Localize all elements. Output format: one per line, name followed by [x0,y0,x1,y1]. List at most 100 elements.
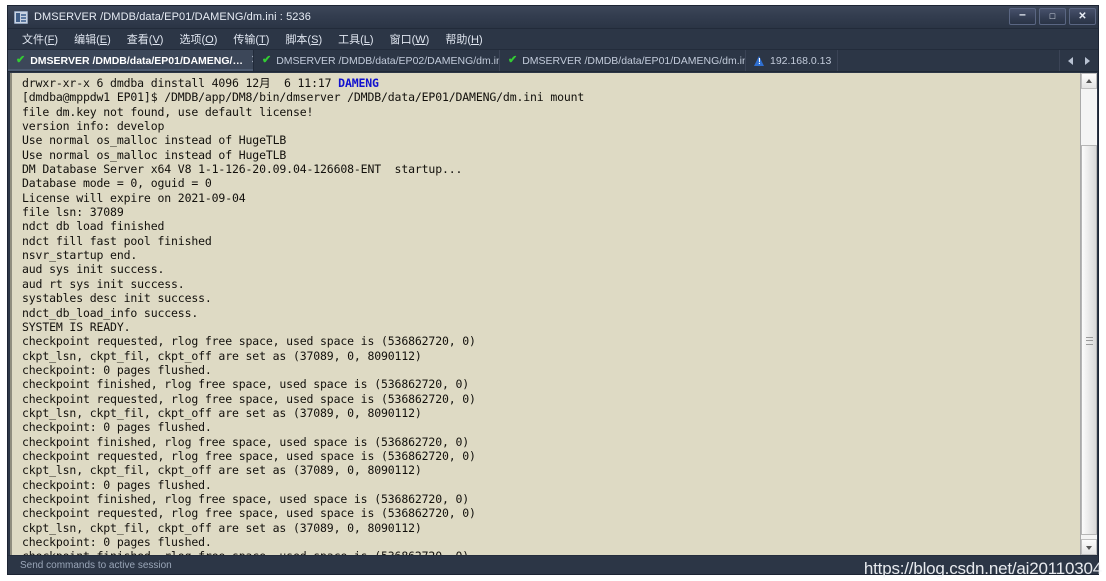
terminal-text: file dm.key not found, use default licen… [22,104,314,119]
terminal-line: Database mode = 0, oguid = 0 [22,176,1080,190]
terminal-line: checkpoint requested, rlog free space, u… [22,334,1080,348]
menu-item-label: 帮助( [445,34,471,46]
terminal-text: Use normal os_malloc instead of HugeTLB [22,147,287,162]
minimize-button[interactable]: – [1009,7,1036,25]
menu-item-tail: ) [265,34,270,46]
menu-item-tail: ) [478,34,483,46]
close-button[interactable]: ✕ [1069,8,1096,25]
menu-item-2[interactable]: 查看(V) [127,31,164,47]
menu-item-label: 查看( [126,34,153,46]
terminal-text: ndct fill fast pool finished [22,233,212,248]
terminal-text: checkpoint requested, rlog free space, u… [22,506,476,521]
terminal-line: ckpt_lsn, ckpt_fil, ckpt_off are set as … [22,463,1080,477]
minimize-icon: – [1019,7,1026,21]
terminal-window-icon [14,10,28,24]
terminal-output[interactable]: drwxr-xr-x 6 dmdba dinstall 4096 12月 6 1… [10,73,1080,555]
menu-item-4[interactable]: 传输(T) [233,31,269,47]
terminal-text: Use normal os_malloc instead of HugeTLB [22,133,287,148]
menu-item-8[interactable]: 帮助(H) [445,31,482,47]
terminal-text: aud rt sys init success. [22,276,185,291]
terminal-line: ndct db load finished [22,219,1080,233]
terminal-scrollbar[interactable] [1080,73,1097,555]
terminal-text: [dmdba@mppdw1 EP01]$ /DMDB/app/DM8/bin/d… [22,90,585,105]
terminal-text: checkpoint finished, rlog free space, us… [22,491,470,506]
title-bar: DMSERVER /DMDB/data/EP01/DAMENG/dm.ini :… [8,6,1098,29]
menu-item-tail: ) [159,34,164,46]
menu-item-mnemonic: W [415,34,426,46]
menu-item-6[interactable]: 工具(L) [338,31,373,47]
menu-item-label: 选项( [179,34,206,46]
terminal-line: checkpoint requested, rlog free space, u… [22,449,1080,463]
terminal-text: ckpt_lsn, ckpt_fil, ckpt_off are set as … [22,463,422,478]
terminal-text: aud sys init success. [22,262,165,277]
terminal-text: checkpoint: 0 pages flushed. [22,362,212,377]
terminal-line: checkpoint: 0 pages flushed. [22,363,1080,377]
menu-item-mnemonic: T [259,34,266,46]
terminal-text: checkpoint: 0 pages flushed. [22,420,212,435]
terminal-area: drwxr-xr-x 6 dmdba dinstall 4096 12月 6 1… [8,72,1098,555]
tab-label: 192.168.0.13 [770,54,832,67]
terminal-text: License will expire on 2021-09-04 [22,190,246,205]
menu-item-tail: ) [318,34,323,46]
terminal-text: SYSTEM IS READY. [22,319,131,334]
menu-item-3[interactable]: 选项(O) [179,31,217,47]
terminal-line: ckpt_lsn, ckpt_fil, ckpt_off are set as … [22,406,1080,420]
green-check-icon: ✔ [508,54,518,66]
terminal-text: checkpoint requested, rlog free space, u… [22,334,476,349]
terminal-text: DM Database Server x64 V8 1-1-126-20.09.… [22,162,463,177]
terminal-text: checkpoint requested, rlog free space, u… [22,448,476,463]
terminal-text: Database mode = 0, oguid = 0 [22,176,212,191]
menu-item-mnemonic: V [152,34,160,46]
menu-item-label: 编辑( [74,34,100,46]
application-window: DMSERVER /DMDB/data/EP01/DAMENG/dm.ini :… [8,6,1098,574]
tab-2[interactable]: ✔ DMSERVER /DMDB/data/EP01/DAMENG/dm.ini … [500,50,746,71]
terminal-line: aud sys init success. [22,262,1080,276]
terminal-lines: drwxr-xr-x 6 dmdba dinstall 4096 12月 6 1… [22,76,1080,555]
maximize-button[interactable]: □ [1039,8,1066,25]
menu-item-label: 脚本( [285,34,312,46]
tab-bar: ✔DMSERVER /DMDB/data/EP01/DAMENG/…✕✔DMSE… [8,50,1098,72]
watermark: https://blog.csdn.net/ai20110304 [863,559,1102,578]
terminal-line: version info: develop [22,119,1080,133]
terminal-line: [dmdba@mppdw1 EP01]$ /DMDB/app/DM8/bin/d… [22,90,1080,104]
close-icon: ✕ [1078,11,1087,22]
chevron-left-icon[interactable] [1068,56,1073,65]
terminal-line: checkpoint: 0 pages flushed. [22,478,1080,492]
chevron-right-icon[interactable] [1085,56,1090,65]
green-check-icon: ✔ [262,54,272,66]
window-controls: – □ ✕ [1009,7,1096,25]
triangle-up-icon[interactable] [1081,73,1097,89]
terminal-line: SYSTEM IS READY. [22,320,1080,334]
window-title: DMSERVER /DMDB/data/EP01/DAMENG/dm.ini :… [34,11,311,23]
terminal-line: file dm.key not found, use default licen… [22,105,1080,119]
terminal-text: checkpoint: 0 pages flushed. [22,535,212,549]
terminal-text: drwxr-xr-x 6 dmdba dinstall 4096 12月 6 1… [22,76,339,90]
tab-label: DMSERVER /DMDB/data/EP01/DAMENG/… [30,54,243,67]
terminal-line: ckpt_lsn, ckpt_fil, ckpt_off are set as … [22,521,1080,535]
menu-item-0[interactable]: 文件(F) [22,31,58,47]
terminal-text: file lsn: 37089 [22,205,124,220]
tab-1[interactable]: ✔ DMSERVER /DMDB/data/EP02/DAMENG/dm.ini … [254,50,500,71]
terminal-text: ckpt_lsn, ckpt_fil, ckpt_off are set as … [22,520,422,535]
menu-item-5[interactable]: 脚本(S) [285,31,322,47]
terminal-line: ckpt_lsn, ckpt_fil, ckpt_off are set as … [22,349,1080,363]
menu-bar: 文件(F) 编辑(E) 查看(V) 选项(O) 传输(T) 脚本(S) 工具(L) 窗口(W)… [8,29,1098,50]
terminal-line: checkpoint requested, rlog free space, u… [22,392,1080,406]
menu-item-7[interactable]: 窗口(W) [390,31,430,47]
menu-item-label: 文件( [22,34,48,46]
tab-3[interactable]: 192.168.0.13 [746,50,839,71]
green-check-icon: ✔ [16,54,26,66]
tab-label: DMSERVER /DMDB/data/EP01/DAMENG/dm.ini … [522,54,746,67]
scrollbar-thumb[interactable] [1081,145,1097,535]
menu-item-1[interactable]: 编辑(E) [74,31,111,47]
scrollbar-track[interactable] [1081,89,1097,539]
terminal-text: checkpoint finished, rlog free space, us… [22,377,470,392]
terminal-line: systables desc init success. [22,291,1080,305]
terminal-text: systables desc init success. [22,291,212,306]
triangle-down-icon[interactable] [1081,539,1097,555]
terminal-line: checkpoint finished, rlog free space, us… [22,377,1080,391]
tab-0[interactable]: ✔DMSERVER /DMDB/data/EP01/DAMENG/…✕ [8,50,254,71]
terminal-line: ndct fill fast pool finished [22,234,1080,248]
terminal-text: ndct_db_load_info success. [22,305,199,320]
terminal-line: file lsn: 37089 [22,205,1080,219]
